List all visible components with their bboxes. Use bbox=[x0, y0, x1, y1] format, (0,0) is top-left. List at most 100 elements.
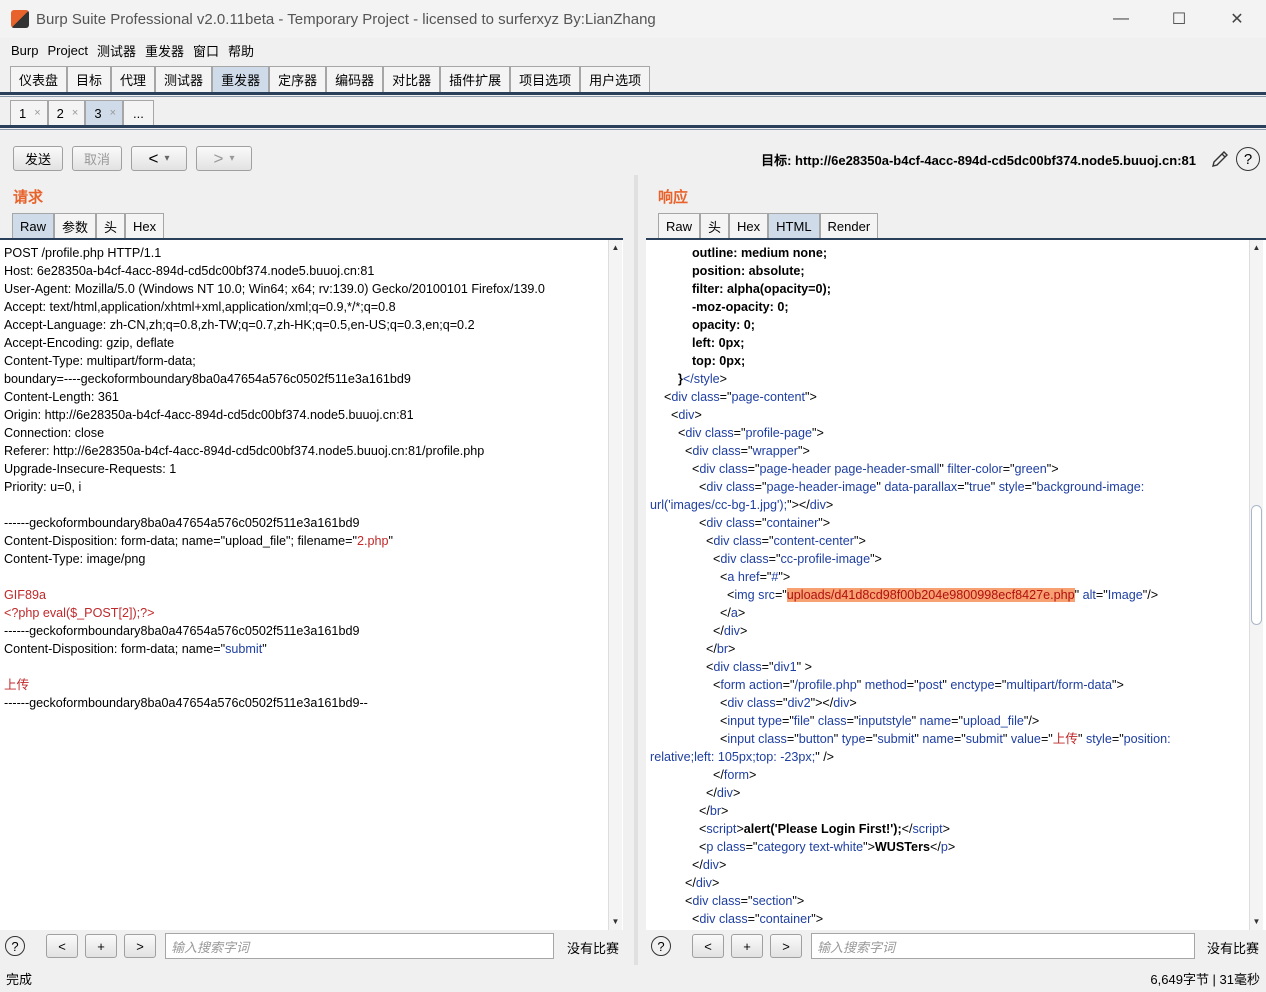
tab-sequencer[interactable]: 定序器 bbox=[269, 66, 327, 92]
scroll-up-icon[interactable]: ▲ bbox=[609, 242, 622, 254]
tab-comparer[interactable]: 对比器 bbox=[383, 66, 441, 92]
response-token: =" bbox=[781, 714, 794, 728]
request-scrollbar[interactable]: ▲ ▼ bbox=[608, 240, 622, 930]
scroll-down-icon[interactable]: ▼ bbox=[609, 916, 622, 928]
response-tab-headers[interactable]: 头 bbox=[700, 213, 730, 238]
sub-tab-2[interactable]: 2 × bbox=[47, 100, 86, 125]
menu-project[interactable]: Project bbox=[47, 43, 87, 58]
response-scrollbar[interactable]: ▲ ▼ bbox=[1249, 240, 1263, 930]
response-token: < bbox=[650, 444, 693, 458]
edit-target-button[interactable] bbox=[1208, 147, 1232, 171]
minimize-button[interactable]: — bbox=[1092, 0, 1150, 38]
request-tab-hex[interactable]: Hex bbox=[125, 213, 165, 238]
tab-proxy[interactable]: 代理 bbox=[111, 66, 156, 92]
cancel-button[interactable]: 取消 bbox=[72, 146, 122, 171]
tab-intruder[interactable]: 测试器 bbox=[155, 66, 213, 92]
response-search-prev-button[interactable]: < bbox=[692, 934, 724, 958]
help-icon[interactable]: ? bbox=[5, 936, 25, 956]
response-token: "> bbox=[798, 444, 810, 458]
response-token: > bbox=[711, 876, 720, 890]
maximize-button[interactable]: ☐ bbox=[1150, 0, 1208, 38]
menu-burp[interactable]: Burp bbox=[11, 43, 38, 58]
response-tab-render[interactable]: Render bbox=[819, 213, 879, 238]
help-icon[interactable]: ? bbox=[1236, 147, 1260, 171]
menu-repeater[interactable]: 重发器 bbox=[145, 41, 184, 60]
request-tab-params[interactable]: 参数 bbox=[54, 213, 97, 238]
response-token: name bbox=[922, 732, 954, 746]
response-token: upload_file bbox=[962, 714, 1024, 728]
request-token: Accept-Language: zh-CN,zh;q=0.8,zh-TW;q=… bbox=[4, 318, 475, 332]
request-search-prev-button[interactable]: < bbox=[46, 934, 78, 958]
response-token: type bbox=[841, 732, 866, 746]
help-icon[interactable]: ? bbox=[651, 936, 671, 956]
sub-tab-3[interactable]: 3 × bbox=[85, 100, 124, 125]
request-editor[interactable]: POST /profile.php HTTP/1.1 Host: 6e28350a… bbox=[0, 238, 623, 930]
response-line: <div class="container"> bbox=[650, 910, 1248, 928]
back-button[interactable]: < ▾ bbox=[131, 146, 187, 171]
request-search-input[interactable]: 输入搜索字词 bbox=[165, 933, 554, 959]
response-token: method bbox=[864, 678, 907, 692]
request-token: " bbox=[388, 534, 393, 548]
tab-project-options[interactable]: 项目选项 bbox=[510, 66, 581, 92]
request-tab-raw[interactable]: Raw bbox=[12, 213, 55, 238]
response-token: > bbox=[694, 408, 702, 422]
response-token: -moz-opacity: 0; bbox=[650, 300, 789, 314]
send-button[interactable]: 发送 bbox=[13, 146, 63, 171]
scroll-thumb[interactable] bbox=[1251, 505, 1262, 625]
response-tab-hex[interactable]: Hex bbox=[729, 213, 769, 238]
response-token: container bbox=[759, 912, 812, 926]
request-token: 2.php bbox=[356, 534, 389, 548]
request-search-next-button[interactable]: > bbox=[124, 934, 156, 958]
menu-window[interactable]: 窗口 bbox=[193, 41, 219, 60]
response-search-add-button[interactable]: + bbox=[731, 934, 763, 958]
request-line: boundary=----geckoformboundary8ba0a47654… bbox=[4, 370, 605, 388]
response-line: filter: alpha(opacity=0); bbox=[650, 280, 1248, 298]
request-tab-headers[interactable]: 头 bbox=[96, 213, 126, 238]
sub-tab-label: ... bbox=[133, 105, 144, 121]
response-line: outline: medium none; bbox=[650, 244, 1248, 262]
response-token: =" bbox=[906, 678, 919, 692]
sub-tab-1[interactable]: 1 × bbox=[10, 100, 48, 125]
forward-button[interactable]: > ▾ bbox=[196, 146, 252, 171]
menu-help[interactable]: 帮助 bbox=[228, 41, 254, 60]
response-search-next-button[interactable]: > bbox=[770, 934, 802, 958]
scroll-up-icon[interactable]: ▲ bbox=[1250, 242, 1263, 254]
close-icon[interactable]: × bbox=[34, 107, 40, 119]
sub-tab-label: 1 bbox=[19, 105, 27, 121]
response-token: "/> bbox=[1023, 714, 1040, 728]
tab-dashboard[interactable]: 仪表盘 bbox=[10, 66, 68, 92]
response-token: class bbox=[817, 714, 847, 728]
response-token: =" bbox=[994, 678, 1007, 692]
response-token: < bbox=[650, 894, 693, 908]
chevron-down-icon: ▾ bbox=[164, 153, 170, 164]
tab-target[interactable]: 目标 bbox=[67, 66, 112, 92]
response-tab-html[interactable]: HTML bbox=[768, 213, 820, 238]
response-token: wrapper bbox=[752, 444, 799, 458]
close-button[interactable]: ✕ bbox=[1208, 0, 1266, 38]
tab-repeater[interactable]: 重发器 bbox=[212, 66, 270, 92]
request-search-add-button[interactable]: + bbox=[85, 934, 117, 958]
sub-tab-new[interactable]: ... bbox=[123, 100, 154, 125]
response-token: "> bbox=[818, 516, 831, 530]
response-editor[interactable]: outline: medium none; position: absolute… bbox=[646, 238, 1266, 930]
request-text[interactable]: POST /profile.php HTTP/1.1 Host: 6e28350a… bbox=[4, 244, 605, 712]
pane-splitter[interactable] bbox=[634, 175, 638, 965]
request-line: Content-Type: multipart/form-data; bbox=[4, 352, 605, 370]
close-icon[interactable]: × bbox=[110, 107, 116, 119]
response-line: <a href="#"> bbox=[650, 568, 1248, 586]
response-token: div2 bbox=[787, 696, 811, 710]
response-token: < bbox=[650, 408, 679, 422]
response-token: =" bbox=[957, 480, 970, 494]
response-token: br bbox=[709, 804, 722, 818]
close-icon[interactable]: × bbox=[72, 107, 78, 119]
menu-intruder[interactable]: 测试器 bbox=[97, 41, 136, 60]
response-token: > bbox=[947, 840, 956, 854]
response-token: =" bbox=[754, 516, 767, 530]
tab-user-options[interactable]: 用户选项 bbox=[580, 66, 651, 92]
scroll-down-icon[interactable]: ▼ bbox=[1250, 916, 1263, 928]
response-text[interactable]: outline: medium none; position: absolute… bbox=[650, 244, 1248, 928]
tab-decoder[interactable]: 编码器 bbox=[326, 66, 384, 92]
response-search-input[interactable]: 输入搜索字词 bbox=[811, 933, 1195, 959]
response-tab-raw[interactable]: Raw bbox=[658, 213, 701, 238]
tab-extender[interactable]: 插件扩展 bbox=[440, 66, 511, 92]
